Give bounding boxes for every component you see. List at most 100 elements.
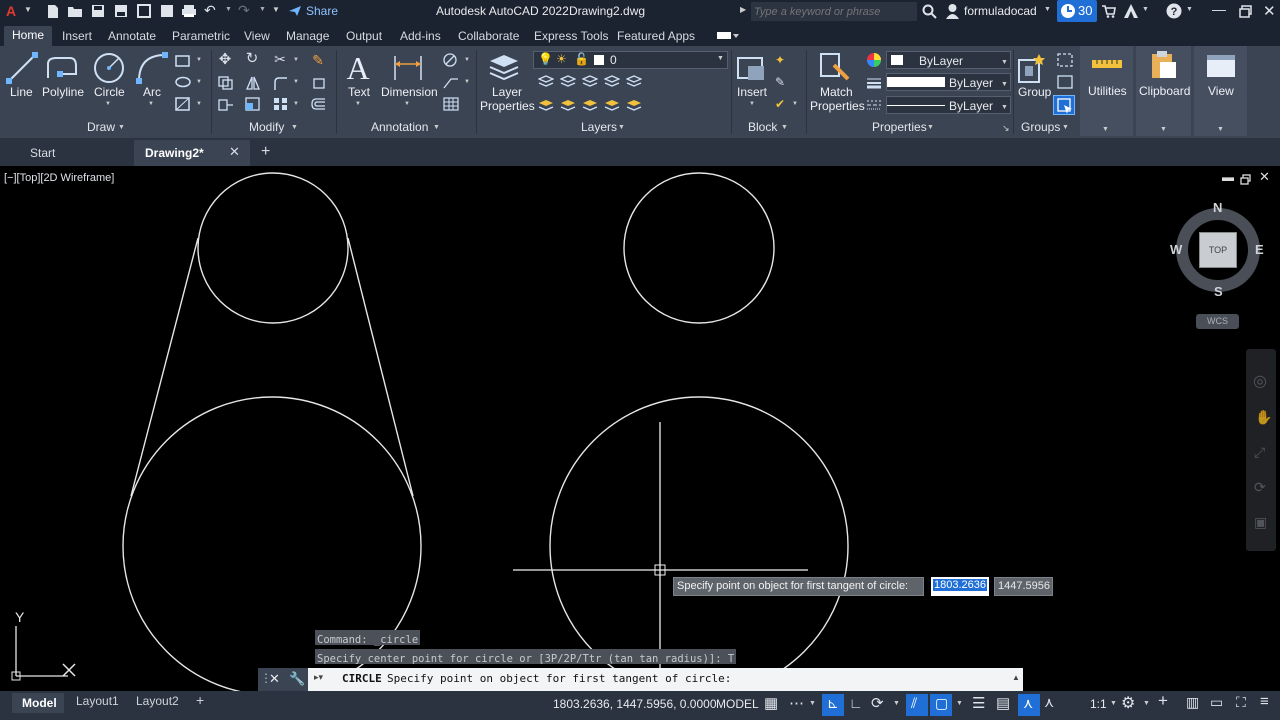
fillet-chevron-icon[interactable]: ▼ — [293, 79, 299, 85]
array-chevron-icon[interactable]: ▼ — [293, 101, 299, 107]
annotation-scale-value[interactable]: 1:1 — [1090, 697, 1107, 711]
insert-block-label[interactable]: Insert — [737, 85, 767, 99]
block-attribute-icon[interactable]: ✔ — [773, 97, 787, 111]
ortho-icon[interactable]: ∟ — [849, 695, 863, 711]
drawing-canvas[interactable]: [−][Top][2D Wireframe] ▬ ✕ TOP N S W E W… — [0, 166, 1280, 691]
open-web-icon[interactable] — [137, 4, 151, 18]
redo-chevron-icon[interactable]: ▼ — [259, 6, 266, 13]
add-annotation-icon[interactable]: + — [1158, 691, 1168, 711]
layer-properties-label-2[interactable]: Properties — [480, 99, 535, 113]
groups-group-label[interactable]: Groups — [1021, 120, 1060, 134]
draw-group-label[interactable]: Draw — [87, 120, 115, 134]
autodesk-app-store-icon[interactable] — [1123, 3, 1139, 19]
zoom-extents-icon[interactable]: ⤢ — [1254, 444, 1265, 461]
snap-chevron-icon[interactable]: ▼ — [809, 700, 816, 707]
group-tool-label[interactable]: Group — [1018, 85, 1051, 99]
object-snap-toggle[interactable]: ▢ — [930, 694, 952, 716]
color-wheel-icon[interactable] — [866, 52, 882, 68]
dimension-tool-icon[interactable] — [392, 52, 424, 82]
move-icon[interactable]: ✥ — [218, 52, 232, 67]
search-expand-icon[interactable]: ▶ — [740, 5, 746, 14]
ribbon-display-toggle-icon[interactable] — [717, 32, 739, 40]
layer-dropdown[interactable]: 💡 ☀ 🔓 0 ▼ — [533, 51, 728, 69]
clean-screen-icon[interactable]: ▭ — [1210, 694, 1223, 711]
command-line-recent-icon[interactable]: ▸▾ — [314, 672, 323, 683]
search-icon[interactable] — [922, 4, 937, 19]
trial-badge[interactable]: 30 — [1057, 0, 1097, 22]
share-button[interactable]: Share — [306, 4, 338, 18]
annotation-group-label[interactable]: Annotation — [371, 120, 428, 134]
group-selection-toggle[interactable] — [1053, 95, 1075, 115]
object-snap-chevron-icon[interactable]: ▼ — [956, 700, 963, 707]
table-icon[interactable] — [443, 97, 459, 111]
polar-icon[interactable]: ⟳ — [871, 694, 884, 712]
multileader-chevron-icon[interactable]: ▼ — [464, 79, 470, 85]
circle-chevron-icon[interactable]: ▼ — [105, 101, 111, 107]
tab-home[interactable]: Home — [4, 26, 53, 46]
rotate-icon[interactable]: ↻ — [245, 51, 259, 66]
annotation-scale-chevron-icon[interactable]: ▼ — [1110, 700, 1117, 707]
match-properties-label-1[interactable]: Match — [820, 85, 853, 99]
dynamic-input-y-field[interactable]: 1447.5956 — [994, 577, 1053, 596]
drawing-geometry[interactable] — [0, 166, 1280, 691]
isodraft-toggle[interactable]: ⫽ — [906, 694, 928, 716]
arc-tool-icon[interactable] — [136, 52, 168, 84]
lineweight-icon[interactable] — [866, 76, 882, 90]
layer-tool-icon[interactable] — [560, 74, 576, 88]
drawing-tab[interactable]: Drawing2* ✕ — [134, 140, 250, 166]
ungroup-icon[interactable] — [1057, 53, 1073, 67]
layer-tool-icon[interactable] — [626, 98, 642, 112]
group-icon[interactable] — [1017, 52, 1049, 84]
layer-properties-label-1[interactable]: Layer — [492, 85, 522, 99]
layer-tool-icon[interactable] — [582, 98, 598, 112]
viewcube-top-face[interactable]: TOP — [1199, 232, 1237, 268]
share-icon[interactable] — [288, 5, 302, 17]
tab-annotate[interactable]: Annotate — [108, 27, 156, 45]
clipboard-panel[interactable]: Clipboard ▼ — [1136, 46, 1191, 136]
group-edit-icon[interactable] — [1057, 75, 1073, 89]
tab-model[interactable]: Model — [12, 693, 64, 713]
layers-group-chevron-icon[interactable]: ▼ — [618, 124, 625, 131]
layer-tool-icon[interactable] — [560, 98, 576, 112]
transparency-icon[interactable]: ▤ — [996, 694, 1010, 712]
plot-icon[interactable] — [181, 4, 197, 18]
circle-tool-label[interactable]: Circle — [94, 85, 125, 99]
tab-manage[interactable]: Manage — [286, 27, 329, 45]
workspace-gear-icon[interactable]: ⚙ — [1121, 693, 1135, 713]
draw-group-chevron-icon[interactable]: ▼ — [118, 124, 125, 131]
layer-tool-icon[interactable] — [604, 74, 620, 88]
modify-group-chevron-icon[interactable]: ▼ — [291, 124, 298, 131]
tab-featured-apps[interactable]: Featured Apps — [617, 27, 695, 45]
command-line-window[interactable]: ⋮ ✕ 🔧 ▸▾ CIRCLE Specify point on object … — [258, 668, 1023, 691]
tab-output[interactable]: Output — [346, 27, 382, 45]
redo-icon[interactable]: ↷ — [238, 2, 250, 19]
compass-north[interactable]: N — [1213, 200, 1222, 215]
fillet-icon[interactable] — [273, 76, 289, 90]
wcs-menu[interactable]: WCS — [1196, 314, 1239, 329]
offset-icon[interactable] — [311, 97, 327, 111]
tab-collaborate[interactable]: Collaborate — [458, 27, 519, 45]
text-tool-label[interactable]: Text — [348, 85, 370, 99]
match-properties-icon[interactable] — [818, 51, 852, 83]
close-window-icon[interactable]: ✕ — [1263, 2, 1276, 20]
close-tab-icon[interactable]: ✕ — [229, 144, 240, 160]
dimension-tool-label[interactable]: Dimension — [381, 85, 438, 99]
polar-chevron-icon[interactable]: ▼ — [893, 700, 900, 707]
cart-icon[interactable] — [1101, 4, 1116, 18]
explode-icon[interactable] — [311, 76, 327, 90]
restore-window-icon[interactable] — [1239, 5, 1252, 18]
autocad-logo-icon[interactable]: A — [6, 3, 16, 19]
color-dropdown[interactable]: ByLayer ▼ — [886, 51, 1011, 69]
lineweight-toggle-icon[interactable]: ☰ — [972, 694, 985, 712]
save-web-icon[interactable] — [160, 4, 174, 18]
rectangle-chevron-icon[interactable]: ▼ — [196, 57, 202, 63]
compass-south[interactable]: S — [1214, 284, 1223, 299]
edit-block-icon[interactable]: ✎ — [773, 75, 787, 89]
modify-group-label[interactable]: Modify — [249, 120, 284, 134]
layer-tool-icon[interactable] — [582, 74, 598, 88]
line-tool-label[interactable]: Line — [10, 85, 33, 99]
polyline-tool-label[interactable]: Polyline — [42, 85, 84, 99]
command-line-expand-icon[interactable]: ▲ — [1012, 673, 1020, 682]
add-layout-icon[interactable]: + — [196, 692, 204, 708]
block-group-chevron-icon[interactable]: ▼ — [781, 124, 788, 131]
